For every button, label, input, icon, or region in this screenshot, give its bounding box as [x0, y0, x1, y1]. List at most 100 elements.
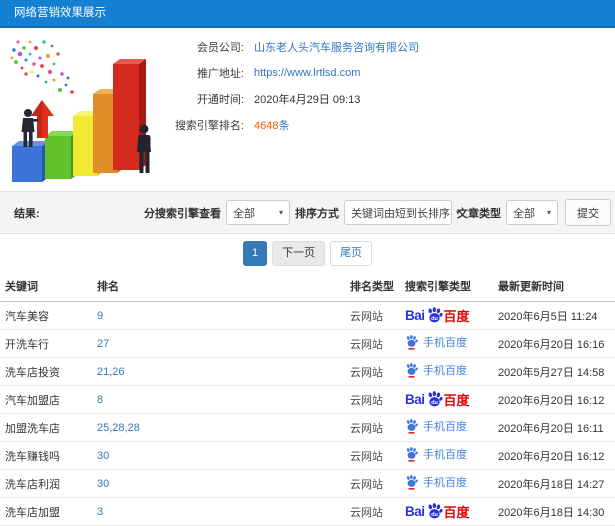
ranking-count-unit: 条	[278, 119, 290, 132]
rankings-table: 关键词 排名 排名类型 搜索引擎类型 最新更新时间 汽车美容 9 云网站 Bai du 百度 202…	[0, 272, 615, 526]
mobile-baidu-label: 手机百度	[423, 365, 467, 378]
mobile-baidu-paw-icon	[406, 334, 418, 350]
baidu-paw-icon: du	[428, 503, 443, 519]
confetti-dots	[10, 40, 74, 94]
engine-filter-select[interactable]: 全部 ▾	[226, 200, 290, 225]
sort-filter-value: 关键词由短到长排序	[351, 207, 450, 220]
mobile-baidu-label: 手机百度	[423, 449, 467, 462]
field-link[interactable]: https://www.lrtlsd.com	[254, 67, 360, 79]
rank-cell: 27	[92, 329, 345, 358]
rank-type-cell: 云网站	[345, 385, 400, 414]
engine-cell: 手机百度	[400, 329, 493, 358]
update-time-cell: 2020年6月20日 16:12	[493, 441, 615, 470]
table-row: 汽车美容 9 云网站 Bai du 百度 2020年6月5日 11:24	[0, 301, 615, 330]
submit-button[interactable]: 提交	[565, 199, 611, 226]
update-time-cell: 2020年6月20日 16:12	[493, 385, 615, 414]
mobile-baidu-logo: 手机百度	[405, 334, 467, 350]
baidu-logo-latin: Bai	[405, 392, 425, 407]
profile-section: 会员公司: 山东老人头汽车服务咨询有限公司推广地址: https://www.lrt…	[0, 28, 615, 191]
bar-blue	[12, 141, 49, 182]
mobile-baidu-logo: 手机百度	[405, 418, 467, 434]
rank-link[interactable]: 8	[97, 394, 103, 406]
engine-cell: Bai du 百度	[400, 497, 493, 526]
update-time-cell: 2020年6月5日 11:24	[493, 301, 615, 330]
profile-field-row: 开通时间: 2020年4月29日 09:13	[146, 90, 419, 107]
rank-cell: 25,28,28	[92, 413, 345, 442]
rank-link[interactable]: 9	[97, 310, 103, 322]
baidu-logo-cn: 百度	[443, 393, 470, 408]
baidu-paw-icon: du	[428, 391, 443, 407]
engine-cell: 手机百度	[400, 413, 493, 442]
field-value: https://www.lrtlsd.com	[254, 67, 360, 79]
ranking-count: 4648	[254, 119, 279, 132]
rank-cell: 21,26	[92, 357, 345, 386]
pagination: 1 下一页 尾页	[0, 234, 615, 272]
field-value: 山东老人头汽车服务咨询有限公司	[254, 39, 419, 55]
rank-link[interactable]: 3	[97, 506, 103, 518]
update-time-cell: 2020年6月18日 14:27	[493, 469, 615, 498]
column-header: 关键词	[0, 272, 92, 302]
rank-link[interactable]: 21,26	[97, 366, 125, 378]
table-row: 加盟洗车店 25,28,28 云网站 手机百度 2020年6月20日 16:11	[0, 413, 615, 442]
rank-cell: 3	[92, 497, 345, 526]
update-time-cell: 2020年6月18日 14:30	[493, 497, 615, 526]
engine-cell: 手机百度	[400, 469, 493, 498]
rank-type-cell: 云网站	[345, 357, 400, 386]
baidu-logo-latin: Bai	[405, 504, 425, 519]
field-label: 推广地址:	[196, 67, 244, 80]
field-value: 2020年4月29日 09:13	[254, 93, 361, 106]
table-row: 洗车赚钱吗 30 云网站 手机百度 2020年6月20日 16:12	[0, 441, 615, 470]
mobile-baidu-paw-icon	[406, 474, 418, 490]
profile-field-row: 搜索引擎排名: 4648条	[146, 116, 419, 133]
field-label: 会员公司:	[196, 41, 244, 54]
baidu-paw-icon: du	[428, 307, 443, 323]
rank-type-cell: 云网站	[345, 329, 400, 358]
engine-cell: Bai du 百度	[400, 301, 493, 330]
rank-type-cell: 云网站	[345, 469, 400, 498]
baidu-logo-cn: 百度	[443, 505, 470, 520]
keyword-cell: 洗车店利润	[0, 469, 92, 498]
keyword-cell: 汽车加盟店	[0, 385, 92, 414]
mobile-baidu-logo: 手机百度	[405, 362, 467, 378]
field-value: 4648条	[254, 117, 289, 133]
result-label: 结果:	[14, 207, 40, 220]
article-type-label: 文章类型	[457, 207, 501, 220]
rank-type-cell: 云网站	[345, 441, 400, 470]
baidu-logo: Bai du 百度	[405, 390, 470, 409]
last-page-button[interactable]: 尾页	[330, 240, 373, 266]
column-header: 排名	[92, 272, 345, 302]
rank-link[interactable]: 30	[97, 478, 109, 490]
sort-filter-select[interactable]: 关键词由短到长排序 ▾	[344, 200, 460, 225]
rank-link[interactable]: 27	[97, 338, 109, 350]
rank-type-cell: 云网站	[345, 413, 400, 442]
mobile-baidu-label: 手机百度	[423, 337, 467, 350]
rank-cell: 8	[92, 385, 345, 414]
rank-type-cell: 云网站	[345, 301, 400, 330]
keyword-cell: 开洗车行	[0, 329, 92, 358]
baidu-logo: Bai du 百度	[405, 502, 470, 521]
next-page-button[interactable]: 下一页	[272, 240, 326, 266]
engine-filter-value: 全部	[233, 207, 255, 220]
baidu-logo-latin: Bai	[405, 308, 425, 323]
update-time-cell: 2020年5月27日 14:58	[493, 357, 615, 386]
mobile-baidu-paw-icon	[406, 418, 418, 434]
rank-type-cell: 云网站	[345, 497, 400, 526]
mobile-baidu-logo: 手机百度	[405, 446, 467, 462]
mobile-baidu-paw-icon	[406, 446, 418, 462]
profile-fields: 会员公司: 山东老人头汽车服务咨询有限公司推广地址: https://www.lrt…	[146, 38, 419, 142]
svg-text:du: du	[431, 400, 438, 406]
column-header: 最新更新时间	[493, 272, 615, 302]
update-time-cell: 2020年6月20日 16:16	[493, 329, 615, 358]
page-button-current[interactable]: 1	[242, 240, 268, 266]
engine-cell: 手机百度	[400, 357, 493, 386]
field-link[interactable]: 山东老人头汽车服务咨询有限公司	[254, 42, 419, 54]
rank-cell: 9	[92, 301, 345, 330]
rank-link[interactable]: 30	[97, 450, 109, 462]
keyword-cell: 洗车店投资	[0, 357, 92, 386]
field-label: 搜索引擎排名:	[174, 119, 244, 132]
engine-cell: Bai du 百度	[400, 385, 493, 414]
chevron-down-icon: ▾	[278, 208, 283, 217]
article-type-select[interactable]: 全部 ▾	[506, 200, 558, 225]
rank-link[interactable]: 25,28,28	[97, 422, 140, 434]
engine-cell: 手机百度	[400, 441, 493, 470]
